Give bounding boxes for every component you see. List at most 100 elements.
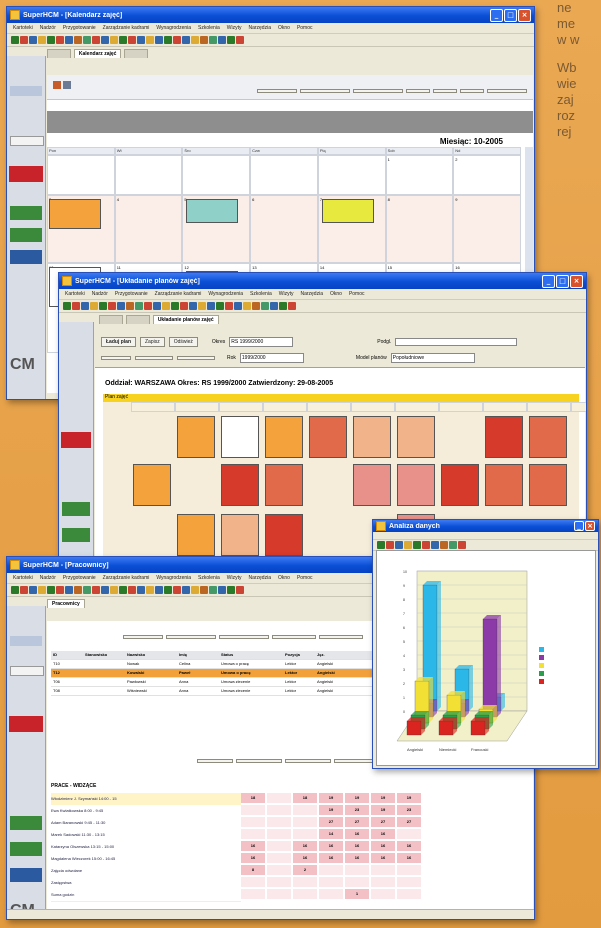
calendar-event[interactable] (49, 199, 101, 229)
calendar-day[interactable]: 6 (250, 195, 318, 263)
menu-item[interactable]: Narzędzia (300, 291, 323, 297)
toolbar-icon[interactable] (108, 302, 116, 310)
button[interactable] (236, 759, 282, 763)
toolbar-icon[interactable] (110, 36, 118, 44)
table-row[interactable]: T12 Kowalski Paweł Umowa o pracę Lektor Angie… (51, 669, 381, 678)
toolbar-icon[interactable] (270, 302, 278, 310)
users-icon[interactable] (10, 206, 42, 220)
button[interactable] (177, 356, 215, 360)
toolbar-icon[interactable] (74, 586, 82, 594)
toolbar-icon[interactable] (191, 586, 199, 594)
nav-button[interactable] (487, 89, 527, 93)
plan-block[interactable] (529, 416, 567, 458)
menu-item[interactable]: Kartoteki (13, 575, 33, 581)
toolbar-icon[interactable] (65, 586, 73, 594)
toolbar-icon[interactable] (74, 36, 82, 44)
toolbar-icon[interactable] (38, 586, 46, 594)
calendar-day[interactable] (182, 155, 251, 195)
toolbar-icon[interactable] (209, 586, 217, 594)
lecturer-icon[interactable] (10, 868, 42, 882)
menu-item[interactable]: Zarządzanie kadrami (103, 575, 150, 581)
button[interactable] (123, 635, 163, 639)
menu-item[interactable]: Okno (330, 291, 342, 297)
calendar-day[interactable] (114, 155, 183, 195)
toolbar-icon[interactable] (162, 302, 170, 310)
tab-other[interactable] (99, 315, 123, 324)
toolbar-icon[interactable] (218, 586, 226, 594)
toolbar-icon[interactable] (101, 586, 109, 594)
tab-other-2[interactable] (125, 315, 150, 324)
toolbar-icon[interactable] (146, 36, 154, 44)
button[interactable] (197, 759, 233, 763)
users-icon[interactable] (10, 816, 42, 830)
load-plan-button[interactable]: Ładuj plan (101, 337, 136, 347)
sidebar-item[interactable] (10, 636, 42, 646)
toolbar-icon[interactable] (117, 302, 125, 310)
okres-select[interactable]: RS 1999/2000 (229, 337, 294, 347)
plan-block[interactable] (441, 464, 479, 506)
toolbar-icon[interactable] (182, 36, 190, 44)
toolbar-icon[interactable] (404, 541, 412, 549)
toolbar-icon[interactable] (180, 302, 188, 310)
table-row[interactable]: T08 Wiśniewski Anna Umowa zlecenie Lektor Ang… (51, 687, 381, 696)
button[interactable] (285, 759, 331, 763)
menu-item[interactable]: Kartoteki (65, 291, 85, 297)
toolbar-icon[interactable] (236, 586, 244, 594)
toolbar-icon[interactable] (234, 302, 242, 310)
toolbar-icon[interactable] (29, 586, 37, 594)
toolbar-icon[interactable] (227, 586, 235, 594)
model-select[interactable]: Popołudniowe (390, 353, 475, 363)
chart-window[interactable]: Analiza danych _ × Angielski Niemiecki Fra… (372, 519, 599, 769)
nav-button[interactable] (353, 89, 403, 93)
table-row[interactable]: ID Stanowisko Nazwisko Imię Status Pozycja Jęz… (51, 651, 381, 660)
nav-button[interactable] (257, 89, 297, 93)
toolbar-icon[interactable] (128, 586, 136, 594)
sidebar-item[interactable] (10, 86, 42, 96)
button[interactable] (219, 635, 269, 639)
menu-item[interactable]: Zarządzanie kadrami (103, 25, 150, 31)
tab-plan[interactable]: Układanie planów zajęć (152, 315, 219, 324)
toolbar-icon[interactable] (227, 36, 235, 44)
calendar-day[interactable]: 2 (453, 155, 521, 195)
toolbar-icon[interactable] (29, 36, 37, 44)
toolbar-icon[interactable] (236, 36, 244, 44)
menu-item[interactable]: Szkolenia (198, 25, 220, 31)
toolbar-icon[interactable] (56, 36, 64, 44)
menu-item[interactable]: Wizyty (227, 25, 242, 31)
toolbar-icon[interactable] (171, 302, 179, 310)
menu-item[interactable]: Wynagrodzenia (208, 291, 243, 297)
table-row[interactable]: T10 Nowak Celina Umowa o pracę Lektor Angiels… (51, 660, 381, 669)
calendar-day[interactable] (250, 155, 318, 195)
menu-item[interactable]: Szkolenia (250, 291, 272, 297)
hours-row-label[interactable]: Suma godzin (51, 889, 241, 902)
plan-block[interactable] (221, 416, 259, 458)
rok-select[interactable]: 1999/2000 (239, 353, 304, 363)
tool-icon[interactable] (63, 81, 71, 89)
toolbar-icon[interactable] (440, 541, 448, 549)
table-row[interactable]: T06 Pawłowski Anna Umowa zlecenie Lektor Angi… (51, 678, 381, 687)
toolbar-icon[interactable] (20, 586, 28, 594)
calendar-event[interactable] (321, 199, 374, 223)
toolbar-icon[interactable] (252, 302, 260, 310)
lecturer-icon[interactable] (10, 250, 42, 264)
toolbar-icon[interactable] (207, 302, 215, 310)
plan-block[interactable] (221, 514, 259, 556)
menu-item[interactable]: Okno (278, 25, 290, 31)
toolbar-icon[interactable] (56, 586, 64, 594)
maximize-icon[interactable]: □ (504, 8, 517, 22)
plan-block[interactable] (265, 464, 303, 506)
menu-item[interactable]: Pomoc (349, 291, 365, 297)
plan-block[interactable] (529, 464, 567, 506)
groups-icon[interactable] (10, 228, 42, 242)
toolbar-icon[interactable] (83, 586, 91, 594)
calendar-day[interactable]: 8 (385, 195, 454, 263)
menu-item[interactable]: Zarządzanie kadrami (155, 291, 202, 297)
menu-item[interactable]: Wizyty (279, 291, 294, 297)
button[interactable] (319, 635, 363, 639)
toolbar-icon[interactable] (198, 302, 206, 310)
toolbar-icon[interactable] (155, 586, 163, 594)
toolbar-icon[interactable] (101, 36, 109, 44)
toolbar-icon[interactable] (243, 302, 251, 310)
toolbar-icon[interactable] (173, 36, 181, 44)
close-icon[interactable]: × (585, 521, 595, 531)
